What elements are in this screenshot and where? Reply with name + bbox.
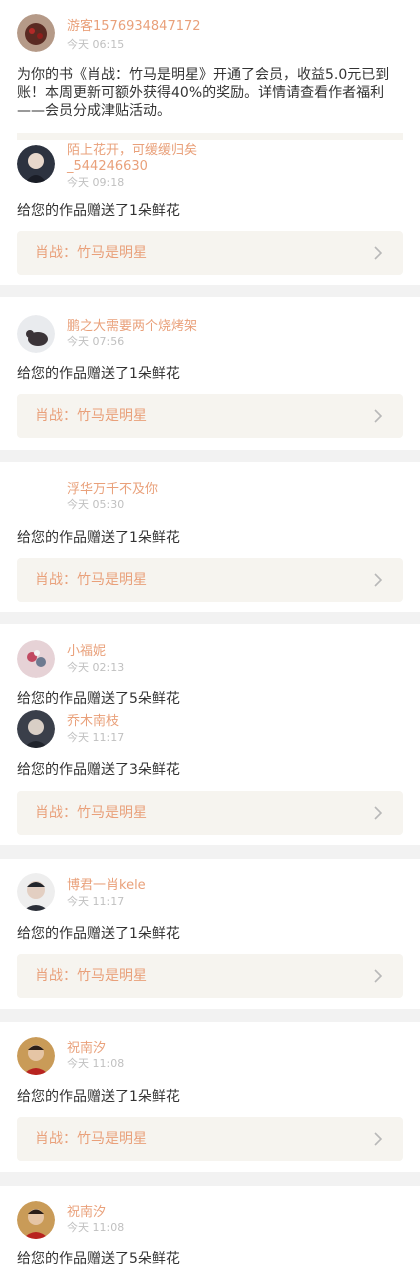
sender-name[interactable]: 陌上花开，可缓缓归矣_544246630 [67,143,217,175]
timestamp: 今天 11:17 [67,731,125,744]
gift-card: 鹏之大需要两个烧烤架 今天 07:56 给您的作品赠送了1朵鲜花 肖战：竹马是明… [0,297,420,450]
gift-card: 陌上花开，可缓缓归矣_544246630 今天 09:18 给您的作品赠送了1朵… [0,140,420,285]
avatar[interactable] [17,873,55,911]
gift-card: 浮华万千不及你 今天 05:30 给您的作品赠送了1朵鲜花 肖战：竹马是明星 [0,462,420,612]
divider [17,133,403,140]
sender-name[interactable]: 浮华万千不及你 [67,482,158,498]
gift-card: 博君一肖kele 今天 11:17 给您的作品赠送了1朵鲜花 肖战：竹马是明星 [0,859,420,1009]
chevron-right-icon [374,1132,383,1146]
book-title: 肖战：竹马是明星 [35,245,147,261]
book-link[interactable]: 肖战：竹马是明星 [17,954,403,998]
gift-message: 给您的作品赠送了1朵鲜花 [17,366,180,382]
card-separator [0,1009,420,1022]
system-message-card: 游客1576934847172 今天 06:15 为你的书《肖战：竹马是明星》开… [0,0,420,140]
gift-message: 给您的作品赠送了1朵鲜花 [17,1089,180,1105]
sender-name[interactable]: 博君一肖kele [67,878,146,894]
book-link[interactable]: 肖战：竹马是明星 [17,558,403,602]
gift-card: 祝南汐 今天 11:08 给您的作品赠送了1朵鲜花 肖战：竹马是明星 [0,1022,420,1172]
card-separator [0,1172,420,1186]
timestamp: 今天 05:30 [67,498,125,511]
chevron-right-icon [374,573,383,587]
book-title: 肖战：竹马是明星 [35,572,147,588]
book-title: 肖战：竹马是明星 [35,408,147,424]
avatar[interactable] [17,14,55,52]
timestamp: 今天 11:17 [67,895,125,908]
timestamp: 今天 07:56 [67,335,125,348]
chevron-right-icon [374,806,383,820]
sender-name[interactable]: 祝南汐 [67,1205,106,1221]
timestamp: 今天 02:13 [67,661,125,674]
avatar[interactable] [17,640,55,678]
avatar[interactable] [17,476,55,514]
sender-name[interactable]: 鹏之大需要两个烧烤架 [67,319,197,335]
card-separator [0,450,420,462]
gift-message: 给您的作品赠送了5朵鲜花 [17,1251,180,1267]
gift-message: 给您的作品赠送了3朵鲜花 [17,762,180,778]
gift-card: 小福妮 今天 02:13 给您的作品赠送了5朵鲜花 [0,624,420,708]
avatar[interactable] [17,315,55,353]
book-title: 肖战：竹马是明星 [35,968,147,984]
avatar[interactable] [17,1201,55,1239]
card-separator [0,612,420,624]
card-separator [0,845,420,859]
sender-name[interactable]: 游客1576934847172 [67,19,201,35]
avatar[interactable] [17,145,55,183]
chevron-right-icon [374,409,383,423]
chevron-right-icon [374,969,383,983]
book-link[interactable]: 肖战：竹马是明星 [17,1117,403,1161]
sender-name[interactable]: 祝南汐 [67,1041,106,1057]
chevron-right-icon [374,246,383,260]
book-link[interactable]: 肖战：竹马是明星 [17,394,403,438]
sender-name[interactable]: 小福妮 [67,644,106,660]
gift-message: 给您的作品赠送了5朵鲜花 [17,691,180,707]
gift-card: 乔木南枝 今天 11:17 给您的作品赠送了3朵鲜花 肖战：竹马是明星 [0,708,420,845]
book-title: 肖战：竹马是明星 [35,805,147,821]
gift-card: 祝南汐 今天 11:08 给您的作品赠送了5朵鲜花 [0,1186,420,1280]
sender-name[interactable]: 乔木南枝 [67,714,119,730]
timestamp: 今天 11:08 [67,1221,125,1234]
timestamp: 今天 06:15 [67,38,125,51]
system-message-text: 为你的书《肖战：竹马是明星》开通了会员，收益5.0元已到账！本周更新可额外获得4… [17,67,390,119]
timestamp: 今天 09:18 [67,176,125,189]
gift-message: 给您的作品赠送了1朵鲜花 [17,926,180,942]
gift-message: 给您的作品赠送了1朵鲜花 [17,530,180,546]
avatar[interactable] [17,710,55,748]
gift-message: 给您的作品赠送了1朵鲜花 [17,203,180,219]
avatar[interactable] [17,1037,55,1075]
book-link[interactable]: 肖战：竹马是明星 [17,231,403,275]
timestamp: 今天 11:08 [67,1057,125,1070]
book-title: 肖战：竹马是明星 [35,1131,147,1147]
book-link[interactable]: 肖战：竹马是明星 [17,791,403,835]
card-separator [0,285,420,297]
